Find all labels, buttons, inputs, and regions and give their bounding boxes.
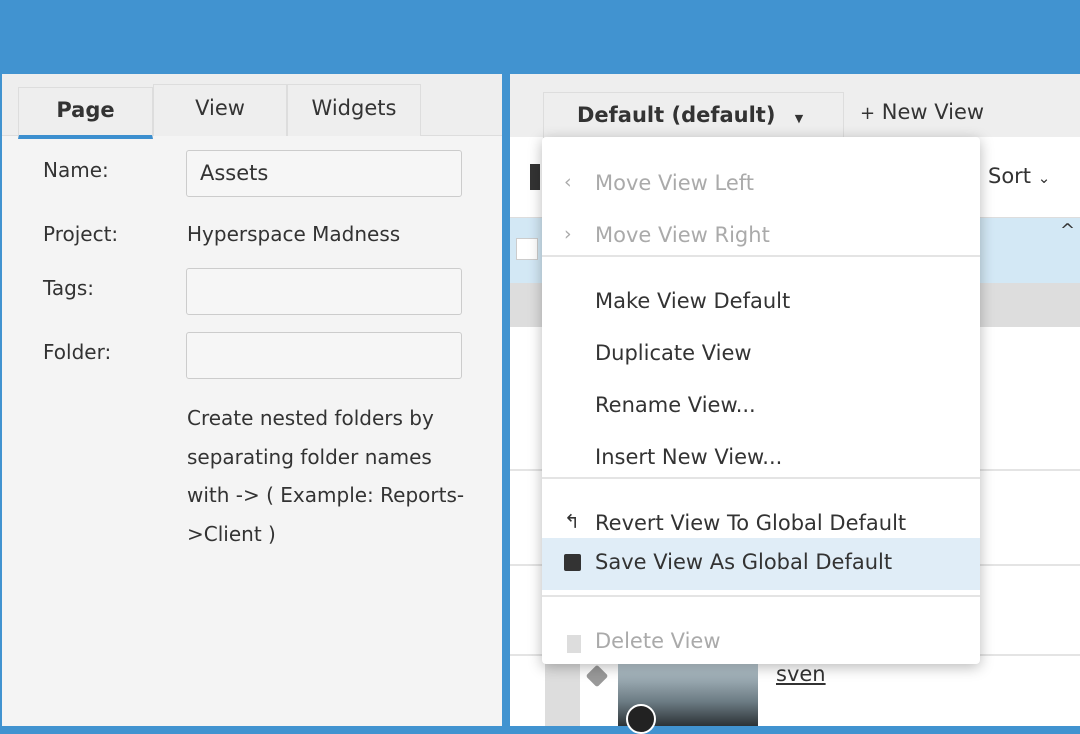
new-view-button[interactable]: + New View (860, 100, 984, 124)
menu-item-label: Delete View (595, 629, 721, 653)
menu-item-delete-view[interactable]: Delete View (542, 617, 980, 669)
undo-icon: ↰ (564, 511, 580, 533)
project-value: Hyperspace Madness (187, 222, 401, 246)
menu-item-label: Save View As Global Default (595, 550, 893, 574)
menu-item-label: Move View Right (595, 223, 770, 247)
folder-label: Folder: (43, 340, 112, 364)
top-bar (0, 0, 1080, 74)
new-view-label: New View (881, 100, 985, 124)
chevron-left-icon: ‹ (564, 171, 572, 193)
plus-icon: + (860, 103, 876, 124)
play-icon[interactable] (626, 704, 656, 734)
menu-item-duplicate-view[interactable]: Duplicate View (542, 329, 980, 381)
row-checkbox[interactable] (516, 238, 538, 260)
trash-icon (567, 635, 581, 653)
menu-separator (542, 255, 980, 257)
view-selector[interactable]: Default (default) ▼ (543, 92, 844, 138)
menu-separator (542, 595, 980, 597)
chevron-right-icon: › (564, 223, 572, 245)
tab-widgets[interactable]: Widgets (287, 84, 421, 136)
folder-help-text: Create nested folders by separating fold… (187, 406, 465, 546)
menu-item-label: Make View Default (595, 289, 791, 313)
tags-input[interactable] (186, 268, 462, 315)
menu-separator (542, 477, 980, 479)
menu-item-label: Rename View... (595, 393, 756, 417)
chevron-up-icon[interactable]: ^ (1060, 220, 1075, 241)
tags-label: Tags: (43, 276, 95, 300)
menu-item-save-view-global[interactable]: Save View As Global Default (542, 538, 980, 590)
sort-button[interactable]: Sort ⌄ (988, 164, 1050, 188)
name-label: Name: (43, 158, 109, 182)
tab-page[interactable]: Page (18, 87, 153, 139)
panel-divider[interactable] (502, 74, 510, 726)
view-selector-label: Default (default) (577, 103, 776, 127)
properties-panel: Page View Widgets Name: Assets Project: … (2, 74, 502, 726)
asset-thumbnail[interactable] (618, 664, 758, 734)
folder-input[interactable] (186, 332, 462, 379)
view-options-menu: ‹ Move View Left › Move View Right Make Vi… (542, 137, 980, 664)
floppy-disk-icon (564, 554, 581, 571)
menu-item-move-view-left[interactable]: ‹ Move View Left (542, 159, 980, 211)
menu-item-rename-view[interactable]: Rename View... (542, 381, 980, 433)
project-label: Project: (43, 222, 119, 246)
chevron-down-icon: ⌄ (1037, 169, 1051, 187)
menu-item-label: Insert New View... (595, 445, 783, 469)
caret-down-icon: ▼ (794, 112, 804, 125)
tab-view[interactable]: View (153, 84, 287, 136)
menu-item-label: Duplicate View (595, 341, 752, 365)
columns-icon[interactable] (530, 164, 540, 190)
menu-item-make-view-default[interactable]: Make View Default (542, 277, 980, 329)
tab-bar: Page View Widgets (2, 74, 502, 139)
name-input[interactable]: Assets (186, 150, 462, 197)
menu-item-label: Move View Left (595, 171, 755, 195)
menu-item-label: Revert View To Global Default (595, 511, 907, 535)
sort-label: Sort (988, 164, 1032, 188)
